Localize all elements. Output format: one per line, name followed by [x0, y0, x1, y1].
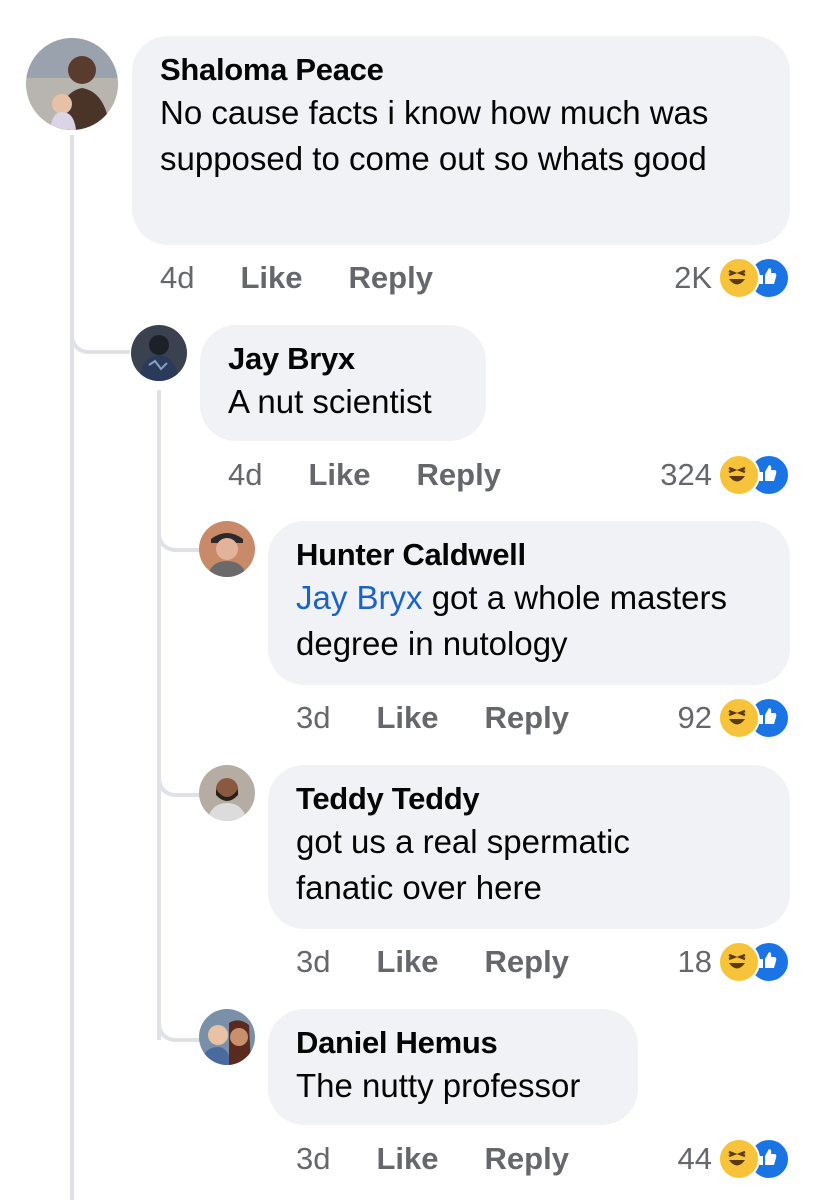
reaction-summary[interactable]: 92	[677, 697, 790, 739]
reaction-summary[interactable]: 324	[660, 454, 790, 496]
reaction-count: 324	[660, 457, 712, 492]
comment-text: No cause facts i know how much was suppo…	[160, 94, 709, 177]
comment-author[interactable]: Teddy Teddy	[296, 779, 762, 819]
thread-connector	[157, 500, 203, 552]
comment-author[interactable]: Daniel Hemus	[296, 1023, 610, 1063]
haha-icon	[718, 1138, 760, 1180]
avatar[interactable]	[131, 325, 187, 381]
reply-button[interactable]: Reply	[417, 457, 501, 493]
comment-bubble: Daniel Hemus The nutty professor	[268, 1009, 638, 1125]
comment-bubble: Teddy Teddy got us a real spermatic fana…	[268, 765, 790, 929]
mention-link[interactable]: Jay Bryx	[296, 579, 423, 616]
reply-button[interactable]: Reply	[485, 944, 569, 980]
comment-actions: 4d Like Reply	[228, 455, 547, 495]
comment-time[interactable]: 3d	[296, 944, 330, 980]
reaction-count: 18	[677, 944, 712, 979]
reply-button[interactable]: Reply	[349, 260, 433, 296]
comment-text: A nut scientist	[228, 383, 432, 420]
haha-icon	[718, 697, 760, 739]
comment-actions: 3d Like Reply	[296, 698, 615, 738]
comment-bubble: Shaloma Peace No cause facts i know how …	[132, 36, 790, 245]
thread-connector	[157, 990, 203, 1042]
comment-time[interactable]: 3d	[296, 1141, 330, 1177]
like-button[interactable]: Like	[376, 944, 438, 980]
reaction-count: 92	[677, 700, 712, 735]
avatar[interactable]	[199, 521, 255, 577]
reaction-count: 2K	[674, 260, 712, 295]
haha-icon	[718, 941, 760, 983]
comment-text: got us a real spermatic fanatic over her…	[296, 823, 630, 906]
comment-time[interactable]: 3d	[296, 700, 330, 736]
thread-line-main	[70, 135, 74, 1200]
comment-author[interactable]: Shaloma Peace	[160, 50, 762, 90]
avatar[interactable]	[26, 38, 118, 130]
thread-line-nested	[157, 390, 161, 1040]
like-button[interactable]: Like	[308, 457, 370, 493]
reaction-summary[interactable]: 18	[677, 941, 790, 983]
reply-button[interactable]: Reply	[485, 1141, 569, 1177]
comment-actions: 4d Like Reply	[160, 258, 479, 298]
comment-actions: 3d Like Reply	[296, 942, 615, 982]
like-button[interactable]: Like	[376, 700, 438, 736]
avatar[interactable]	[199, 765, 255, 821]
comment-text: The nutty professor	[296, 1067, 581, 1104]
reply-button[interactable]: Reply	[485, 700, 569, 736]
like-button[interactable]: Like	[376, 1141, 438, 1177]
comment-bubble: Hunter Caldwell Jay Bryx got a whole mas…	[268, 521, 790, 685]
avatar[interactable]	[199, 1009, 255, 1065]
thread-connector	[70, 300, 130, 354]
comment-author[interactable]: Jay Bryx	[228, 339, 458, 379]
reaction-count: 44	[677, 1141, 712, 1176]
comment-text: Jay Bryx got a whole masters degree in n…	[296, 575, 762, 667]
comment-author[interactable]: Hunter Caldwell	[296, 535, 762, 575]
thread-connector	[157, 745, 203, 797]
haha-icon	[718, 257, 760, 299]
comment-bubble: Jay Bryx A nut scientist	[200, 325, 486, 441]
comment-actions: 3d Like Reply	[296, 1139, 615, 1179]
reaction-summary[interactable]: 2K	[674, 257, 790, 299]
reaction-summary[interactable]: 44	[677, 1138, 790, 1180]
comment-time[interactable]: 4d	[228, 457, 262, 493]
haha-icon	[718, 454, 760, 496]
comment-time[interactable]: 4d	[160, 260, 194, 296]
like-button[interactable]: Like	[240, 260, 302, 296]
